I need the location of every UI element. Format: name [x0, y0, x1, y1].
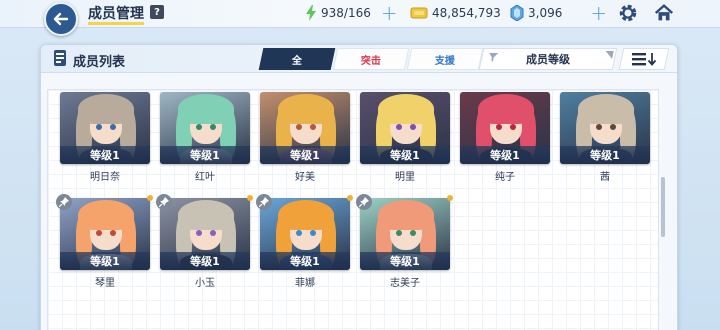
gems-value: 3,096 — [528, 6, 563, 20]
member-name: 好美 — [295, 172, 315, 183]
back-button[interactable] — [44, 2, 78, 36]
tab-all-label: 全 — [292, 55, 302, 67]
gems-counter: 3,096 + — [510, 3, 607, 23]
member-level: 等级1 — [560, 146, 650, 164]
tab-support[interactable]: 支援 — [406, 48, 484, 70]
sort-order-button[interactable] — [618, 48, 670, 70]
member-card[interactable]: 等级1 纯子 — [460, 92, 550, 183]
pin-icon[interactable] — [256, 194, 272, 210]
tab-strike[interactable]: 突击 — [332, 48, 410, 70]
new-indicator-dot — [147, 195, 153, 201]
member-portrait: 等级1 — [360, 198, 450, 270]
member-name: 小玉 — [195, 278, 215, 289]
new-indicator-dot — [447, 195, 453, 201]
member-level: 等级1 — [360, 252, 450, 270]
member-level: 等级1 — [60, 252, 150, 270]
member-card[interactable]: 等级1 好美 — [260, 92, 350, 183]
credit-icon — [410, 7, 428, 19]
tab-strike-label: 突击 — [361, 55, 381, 67]
member-name: 茜 — [600, 172, 610, 183]
lightning-icon — [306, 5, 316, 21]
member-card[interactable]: 等级1 明日奈 — [60, 92, 150, 183]
member-name: 纯子 — [495, 172, 515, 183]
settings-gear-icon[interactable] — [617, 2, 639, 24]
gem-icon — [510, 5, 524, 21]
member-level: 等级1 — [260, 252, 350, 270]
member-level: 等级1 — [160, 146, 250, 164]
panel-header: 成员列表 全 突击 支援 成员等级 — [41, 45, 677, 73]
home-icon[interactable] — [653, 2, 675, 24]
help-icon[interactable]: ? — [150, 5, 164, 19]
list-icon — [54, 50, 66, 66]
member-level: 等级1 — [360, 146, 450, 164]
add-ap-button[interactable]: + — [381, 3, 398, 23]
pin-icon[interactable] — [356, 194, 372, 210]
tab-all[interactable]: 全 — [258, 48, 336, 70]
member-portrait: 等级1 — [560, 92, 650, 164]
member-name: 菲娜 — [295, 278, 315, 289]
role-tabs: 全 突击 支援 — [258, 48, 484, 70]
member-card[interactable]: 等级1 明里 — [360, 92, 450, 183]
title-underline — [88, 22, 144, 25]
panel-title: 成员列表 — [73, 55, 126, 70]
tab-support-label: 支援 — [435, 55, 455, 67]
member-card[interactable]: 等级1 红叶 — [160, 92, 250, 183]
member-portrait: 等级1 — [60, 198, 150, 270]
member-card[interactable]: 等级1 菲娜 — [256, 194, 353, 289]
credits-value: 48,854,793 — [432, 6, 501, 20]
member-portrait: 等级1 — [160, 198, 250, 270]
member-card[interactable]: 等级1 小玉 — [156, 194, 253, 289]
member-level: 等级1 — [60, 146, 150, 164]
member-card[interactable]: 等级1 志美子 — [356, 194, 453, 289]
pin-icon[interactable] — [56, 194, 72, 210]
member-grid: 等级1 明日奈 等级1 红叶 等级1 好美 等级1 明里 等级1 纯子 等级1 茜等级1 琴里 等级1 小玉… — [47, 89, 659, 330]
credits-counter: 48,854,793 — [410, 4, 501, 22]
ap-value: 938/166 — [321, 6, 371, 20]
sort-label: 成员等级 — [526, 53, 570, 66]
filter-icon — [489, 53, 499, 62]
member-list-panel: 成员列表 全 突击 支援 成员等级 等级1 明日奈 等级1 红叶 等级1 好美 等级1 明里等… — [40, 44, 678, 330]
member-card[interactable]: 等级1 茜 — [560, 92, 650, 183]
new-indicator-dot — [247, 195, 253, 201]
sort-descending-icon — [632, 53, 657, 66]
member-name: 琴里 — [95, 278, 115, 289]
arrow-left-icon — [53, 12, 69, 26]
member-name: 志美子 — [390, 278, 420, 289]
member-name: 明日奈 — [90, 172, 120, 183]
scrollbar[interactable] — [661, 177, 665, 237]
member-name: 明里 — [395, 172, 415, 183]
member-name: 红叶 — [195, 172, 215, 183]
member-level: 等级1 — [160, 252, 250, 270]
dropdown-corner-icon — [604, 51, 614, 59]
member-level: 等级1 — [260, 146, 350, 164]
member-portrait: 等级1 — [260, 198, 350, 270]
new-indicator-dot — [347, 195, 353, 201]
ap-counter: 938/166 + — [305, 3, 398, 23]
member-level: 等级1 — [460, 146, 550, 164]
member-portrait: 等级1 — [360, 92, 450, 164]
member-portrait: 等级1 — [60, 92, 150, 164]
pin-icon[interactable] — [156, 194, 172, 210]
member-portrait: 等级1 — [160, 92, 250, 164]
sort-dropdown[interactable]: 成员等级 — [478, 48, 618, 70]
add-gems-button[interactable]: + — [590, 3, 607, 23]
page-title: 成员管理 — [88, 6, 144, 22]
member-portrait: 等级1 — [460, 92, 550, 164]
member-card[interactable]: 等级1 琴里 — [56, 194, 153, 289]
member-portrait: 等级1 — [260, 92, 350, 164]
